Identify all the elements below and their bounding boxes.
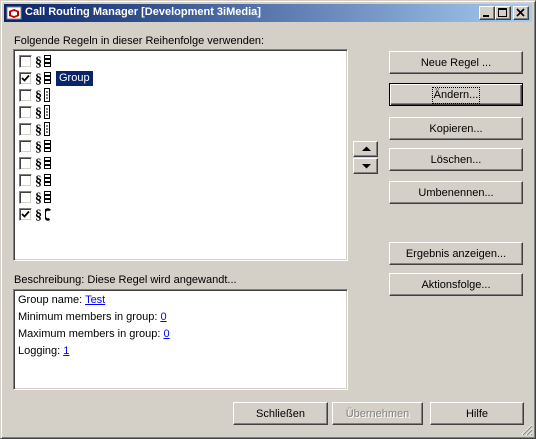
arrow-up-icon [362,146,371,151]
move-up-button[interactable] [353,141,378,157]
svg-text:§: § [35,157,42,172]
close-button[interactable] [513,6,529,20]
svg-text:§: § [35,55,42,70]
arrow-down-icon [362,164,371,169]
new-rule-button[interactable]: Neue Regel ... [389,51,523,74]
help-button[interactable]: Hilfe [430,402,524,425]
rule-enabled-checkbox[interactable] [19,140,32,153]
apply-button: Übernehmen [332,402,423,425]
description-box: Group name: Test Minimum members in group… [13,289,348,390]
description-line: Group name: Test [18,293,105,308]
rule-list-item[interactable]: § [18,172,318,189]
svg-text:§: § [35,89,42,104]
rule-enabled-checkbox[interactable] [19,123,32,136]
rule-list-item[interactable]: § [18,121,318,138]
description-line-label: Maximum members in group: [18,328,164,340]
rule-enabled-checkbox[interactable] [19,191,32,204]
move-down-button[interactable] [353,158,378,174]
rule-stack-icon: § [35,172,53,189]
rule-stack-icon: § [35,138,53,155]
rule-list-item[interactable]: § [18,53,318,70]
rule-enabled-checkbox[interactable] [19,208,32,221]
app-icon [6,6,22,20]
maximize-icon [498,8,507,17]
rules-list-label: Folgende Regeln in dieser Reihenfolge ve… [14,35,265,47]
delete-rule-button[interactable]: Löschen... [389,148,523,171]
rule-stack-icon: § [35,70,53,87]
rule-list-icon: § [35,104,53,121]
description-line-label: Group name: [18,294,86,306]
description-line-label: Logging: [18,345,64,357]
rules-list[interactable]: § § Group § § § § § § § § [13,49,348,261]
description-value-link[interactable]: 0 [160,311,166,323]
description-label: Beschreibung: Diese Regel wird angewandt… [14,274,237,286]
description-value-link[interactable]: 0 [164,328,170,340]
rule-name: Group [56,71,93,86]
action-sequence-button[interactable]: Aktionsfolge... [389,273,523,296]
description-line: Minimum members in group: 0 [18,310,167,325]
rule-enabled-checkbox[interactable] [19,157,32,170]
svg-text:§: § [35,72,42,87]
svg-text:§: § [35,174,42,189]
rule-list-icon: § [35,87,53,104]
rule-stack-icon: § [35,189,53,206]
minimize-icon [483,15,489,17]
close-icon [516,8,525,17]
rule-list-icon: § [35,121,53,138]
edit-rule-button[interactable]: Ändern... [389,83,523,106]
rule-list-item[interactable]: § [18,155,318,172]
svg-text:§: § [35,208,42,223]
minimize-button[interactable] [479,6,495,20]
rule-list-item[interactable]: § [18,206,318,223]
rule-list-item[interactable]: § [18,104,318,121]
svg-text:§: § [35,123,42,138]
rule-stack-icon: § [35,155,53,172]
description-value-link[interactable]: Test [85,294,105,306]
description-line: Logging: 1 [18,344,69,359]
rule-enabled-checkbox[interactable] [19,55,32,68]
rule-stack-icon: § [35,53,53,70]
checkmark-icon [21,210,30,218]
rule-list-item[interactable]: § [18,189,318,206]
description-line: Maximum members in group: 0 [18,327,170,342]
rule-enabled-checkbox[interactable] [19,89,32,102]
svg-text:§: § [35,106,42,121]
rule-enabled-checkbox[interactable] [19,174,32,187]
svg-text:§: § [35,191,42,206]
resize-grip-icon[interactable] [521,424,533,436]
description-value-link[interactable]: 1 [63,345,69,357]
rule-list-item[interactable]: § [18,138,318,155]
copy-rule-button[interactable]: Kopieren... [389,117,523,140]
checkmark-icon [21,74,30,82]
rename-rule-button[interactable]: Umbenennen... [389,181,523,204]
description-line-label: Minimum members in group: [18,311,161,323]
window-title: Call Routing Manager [Development 3iMedi… [25,6,261,18]
rule-list-item[interactable]: § [18,87,318,104]
rule-phone-icon: § [35,206,53,223]
rule-list-item[interactable]: § Group [18,70,318,87]
close-dialog-button[interactable]: Schließen [233,402,328,425]
svg-text:§: § [35,140,42,155]
maximize-button[interactable] [495,6,511,20]
title-bar[interactable]: Call Routing Manager [Development 3iMedi… [4,4,532,22]
rule-enabled-checkbox[interactable] [19,106,32,119]
call-routing-manager-window: Call Routing Manager [Development 3iMedi… [0,0,536,439]
show-result-button[interactable]: Ergebnis anzeigen... [389,242,523,265]
rule-enabled-checkbox[interactable] [19,72,32,85]
